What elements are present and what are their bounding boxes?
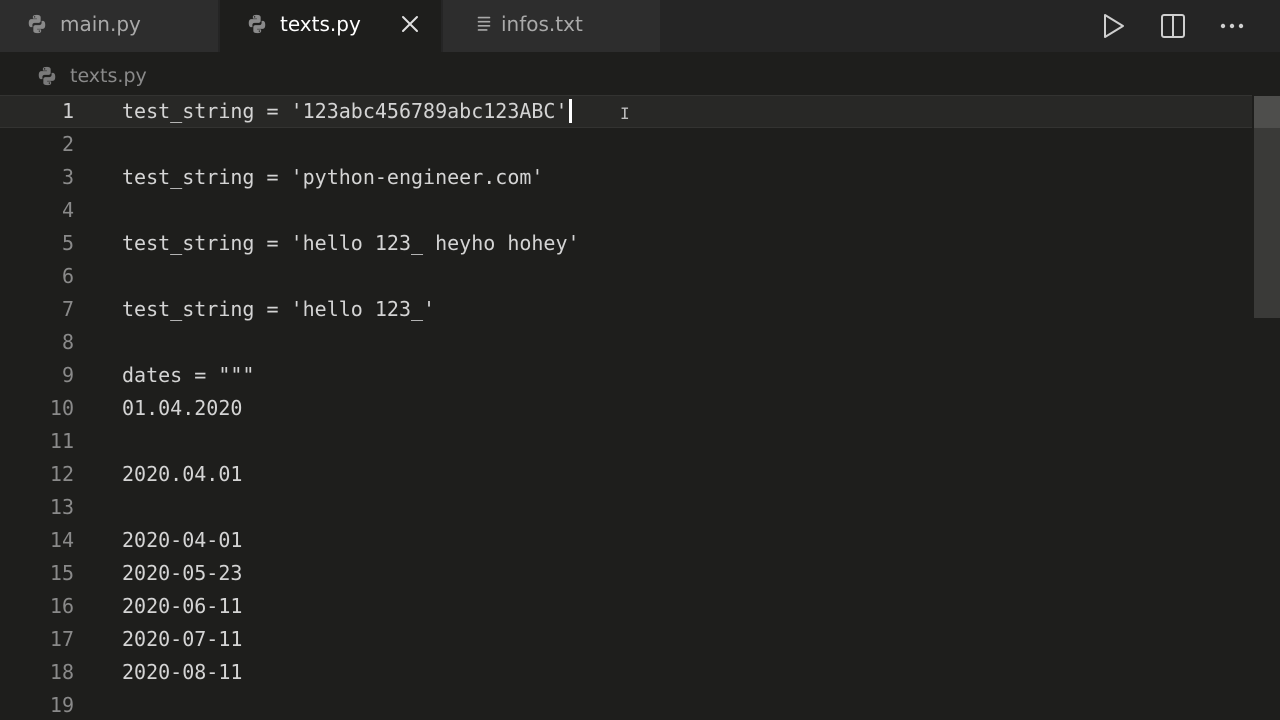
code-line[interactable]: 2 [0,128,1252,161]
line-number: 3 [61,165,74,189]
code-text: dates = """ [122,363,255,387]
code-line[interactable]: 18 2020-08-11 [0,656,1252,689]
line-number: 15 [49,561,74,585]
code-line[interactable]: 15 2020-05-23 [0,557,1252,590]
line-number: 7 [61,297,74,321]
line-number: 4 [61,198,74,222]
python-icon [28,14,46,34]
code-line[interactable]: 17 2020-07-11 [0,623,1252,656]
line-number: 16 [49,594,74,618]
code-line[interactable]: 10 01.04.2020 [0,392,1252,425]
code-line[interactable]: 12 2020.04.01 [0,458,1252,491]
scrollbar-cursor-marker [1254,96,1280,128]
tab-infos-txt[interactable]: infos.txt [443,0,660,52]
python-icon [248,14,266,34]
run-button[interactable] [1097,10,1129,42]
tab-label: texts.py [280,12,361,36]
line-number: 8 [61,330,74,354]
line-number: 12 [49,462,74,486]
tab-label: main.py [60,12,141,36]
text-file-icon [477,16,491,31]
code-line[interactable]: 6 [0,260,1252,293]
code-text: 2020-07-11 [122,627,243,651]
split-editor-icon [1161,14,1185,38]
scrollbar-thumb[interactable] [1254,96,1280,318]
line-number: 17 [49,627,74,651]
code-line[interactable]: 16 2020-06-11 [0,590,1252,623]
code-text: 01.04.2020 [122,396,243,420]
code-text: 2020-05-23 [122,561,243,585]
tab-texts-py[interactable]: texts.py [220,0,441,52]
tab-bar: main.py texts.py infos.txt [0,0,1280,52]
line-number: 11 [49,429,74,453]
line-number: 13 [49,495,74,519]
code-line[interactable]: 7 test_string = 'hello 123_' [0,293,1252,326]
code-text: test_string = 'hello 123_ heyho hohey' [122,231,580,255]
line-number: 6 [61,264,74,288]
code-line[interactable]: 11 [0,425,1252,458]
code-line[interactable]: 9 dates = """ [0,359,1252,392]
python-icon [38,66,56,86]
code-editor[interactable]: 1 test_string = '123abc456789abc123ABC' 2 3… [0,94,1280,720]
line-number: 2 [61,132,74,156]
code-text: 2020-08-11 [122,660,243,684]
split-editor-button[interactable] [1157,10,1189,42]
close-icon[interactable] [398,12,422,36]
line-number: 18 [49,660,74,684]
line-number: 10 [49,396,74,420]
line-number: 19 [49,693,74,717]
code-line[interactable]: 8 [0,326,1252,359]
code-text: test_string = '123abc456789abc123ABC' [122,96,572,129]
ibeam-cursor-icon: I [620,104,630,123]
code-text: test_string = 'python-engineer.com' [122,165,544,189]
code-text: 2020-06-11 [122,594,243,618]
code-line[interactable]: 3 test_string = 'python-engineer.com' [0,161,1252,194]
editor-window: main.py texts.py infos.txt texts.py 1 te… [0,0,1280,720]
code-line[interactable]: 5 test_string = 'hello 123_ heyho hohey' [0,227,1252,260]
line-number: 14 [49,528,74,552]
more-actions-icon [1220,23,1244,29]
more-actions-button[interactable] [1216,10,1248,42]
line-number: 1 [61,99,74,123]
tab-label: infos.txt [501,12,583,36]
play-icon [1104,14,1124,38]
code-line[interactable]: 19 [0,689,1252,720]
code-text: 2020-04-01 [122,528,243,552]
code-line[interactable]: 4 [0,194,1252,227]
code-line[interactable]: 14 2020-04-01 [0,524,1252,557]
code-line[interactable]: 13 [0,491,1252,524]
breadcrumb-file[interactable]: texts.py [70,64,147,88]
line-number: 5 [61,231,74,255]
code-text: test_string = 'hello 123_' [122,297,436,321]
code-text: 2020.04.01 [122,462,243,486]
tab-main-py[interactable]: main.py [0,0,218,52]
breadcrumb: texts.py [0,52,1280,98]
line-number: 9 [61,363,74,387]
text-caret [568,99,572,123]
